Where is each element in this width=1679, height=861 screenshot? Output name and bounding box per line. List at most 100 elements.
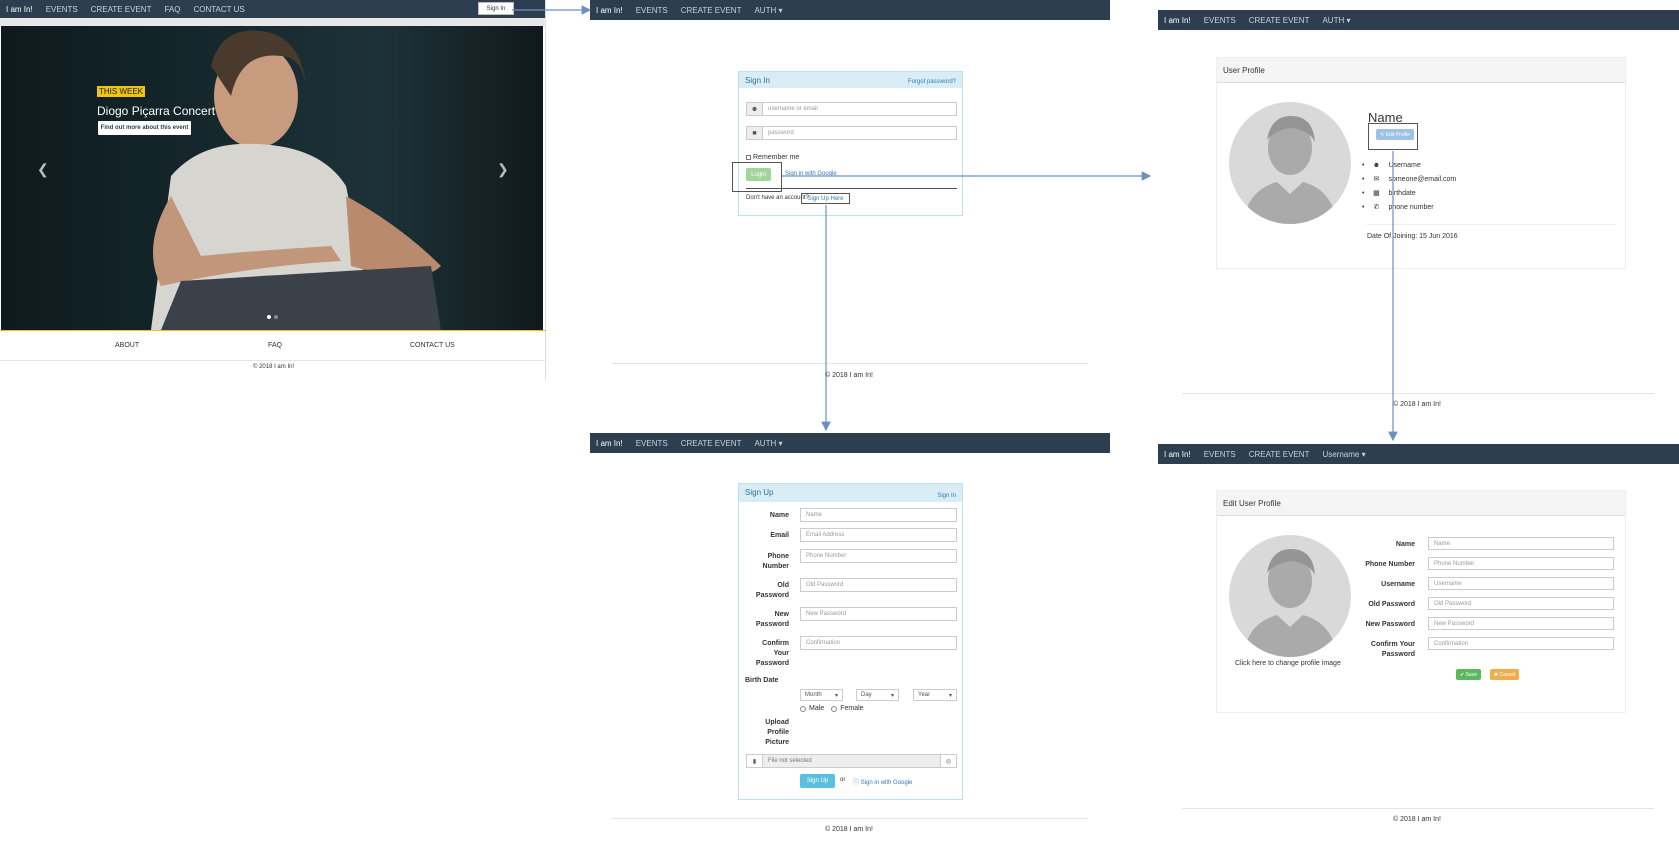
new-password-label: New Password	[755, 611, 789, 628]
carousel-dot[interactable]	[274, 315, 278, 319]
envelope-icon: ✉	[1373, 176, 1380, 183]
brand-link[interactable]: I am In!	[596, 439, 623, 448]
name-label: Name	[769, 512, 789, 519]
remember-checkbox[interactable]	[746, 155, 751, 160]
edit-panel-header: Edit User Profile	[1217, 491, 1625, 516]
nav-create-event[interactable]: CREATE EVENT	[1249, 450, 1310, 459]
male-radio[interactable]	[800, 705, 806, 712]
nav-auth-dropdown[interactable]: AUTH ▾	[754, 6, 782, 15]
date-of-joining: Date Of Joining: 15 Jun 2016	[1367, 233, 1458, 240]
nav-events[interactable]: EVENTS	[1204, 450, 1236, 459]
birthdate-label: Birth Date	[745, 677, 779, 684]
save-button[interactable]: ✔ Save	[1456, 669, 1481, 680]
cancel-button[interactable]: ✖ Cancel	[1490, 669, 1519, 680]
signin-navbar: I am In! EVENTS CREATE EVENT AUTH ▾	[590, 0, 1110, 20]
email-input[interactable]: Email Address	[800, 528, 957, 542]
no-account-text: Don't have an account?	[746, 195, 809, 201]
signin-title: Sign In	[745, 76, 770, 85]
name-input[interactable]: Name	[800, 508, 957, 522]
brand-link[interactable]: I am In!	[1164, 450, 1191, 459]
phone-input[interactable]: Phone Number	[800, 549, 957, 563]
nav-auth-dropdown[interactable]: AUTH ▾	[754, 439, 782, 448]
brand-link[interactable]: I am In!	[6, 5, 33, 14]
username-field[interactable]: ☻ username or email	[746, 102, 957, 116]
confirm-password-input[interactable]: Confirmation	[1428, 637, 1614, 650]
nav-create-event[interactable]: CREATE EVENT	[681, 439, 742, 448]
user-icon: ☻	[747, 103, 763, 115]
or-text: or	[840, 777, 846, 783]
file-status: File not selected	[763, 755, 940, 767]
edit-profile-panel: Edit User Profile Click here to change p…	[1216, 490, 1626, 713]
forgot-password-link[interactable]: Forgot password?	[908, 79, 956, 85]
phone-input[interactable]: Phone Number	[1428, 557, 1614, 570]
signup-button[interactable]: Sign Up	[800, 774, 835, 788]
google-signin-link[interactable]: ⓘ Sign in with Google	[853, 777, 912, 786]
year-select[interactable]: Year ▾	[913, 689, 957, 701]
confirm-password-label: Confirm Your Password	[755, 640, 789, 667]
signup-link[interactable]: Sign Up Here	[801, 193, 850, 204]
user-icon: ☻	[1372, 161, 1381, 169]
signin-screen: I am In! EVENTS CREATE EVENT AUTH ▾ Sign…	[590, 0, 1110, 390]
upload-label: Upload Profile Picture	[765, 719, 789, 746]
remember-label: Remember me	[753, 154, 800, 161]
signup-navbar: I am In! EVENTS CREATE EVENT AUTH ▾	[590, 433, 1110, 453]
joined-label: Date Of Joining:	[1367, 233, 1418, 240]
password-field[interactable]: ■ password	[746, 126, 957, 140]
nav-create-event[interactable]: CREATE EVENT	[681, 6, 742, 15]
carousel-prev-icon[interactable]: ❮	[37, 161, 49, 178]
carousel-dot-active[interactable]	[267, 315, 271, 319]
remember-me[interactable]: Remember me	[746, 154, 799, 161]
signin-link[interactable]: Sign In	[937, 493, 956, 499]
confirm-password-input[interactable]: Confirmation	[800, 636, 957, 650]
nav-create-event[interactable]: CREATE EVENT	[1249, 16, 1310, 25]
joined-value: 15 Jun 2016	[1419, 233, 1458, 240]
nav-events[interactable]: EVENTS	[636, 439, 668, 448]
signup-screen: I am In! EVENTS CREATE EVENT AUTH ▾ Sign…	[590, 433, 1110, 861]
browse-icon[interactable]: ◎	[940, 755, 956, 767]
change-image-link[interactable]: Click here to change profile image	[1235, 660, 1341, 667]
google-signin-link[interactable]: Sign in with Google	[785, 171, 837, 177]
username-input[interactable]: Username	[1428, 577, 1614, 590]
caret-down-icon: ▾	[948, 692, 952, 699]
user-silhouette-icon	[1243, 116, 1337, 224]
nav-events[interactable]: EVENTS	[46, 5, 78, 14]
old-password-input[interactable]: Old Password	[800, 578, 957, 592]
password-placeholder: password	[768, 130, 794, 136]
nav-user-dropdown[interactable]: Username ▾	[1322, 450, 1365, 459]
carousel-next-icon[interactable]: ❯	[497, 161, 509, 178]
nav-faq[interactable]: FAQ	[164, 5, 180, 14]
signup-panel: Sign Up Sign In Name Name Email Email Ad…	[738, 483, 963, 800]
home-screen: I am In! EVENTS CREATE EVENT FAQ CONTACT…	[0, 0, 546, 380]
username-placeholder: username or email	[768, 106, 818, 112]
new-password-input[interactable]: New Password	[800, 607, 957, 621]
nav-auth-dropdown[interactable]: AUTH ▾	[1322, 16, 1350, 25]
nav-events[interactable]: EVENTS	[636, 6, 668, 15]
hero-cta-button[interactable]: Find out more about this event	[98, 121, 191, 135]
day-select[interactable]: Day ▾	[856, 689, 899, 701]
new-password-input[interactable]: New Password	[1428, 617, 1614, 630]
brand-link[interactable]: I am In!	[1164, 16, 1191, 25]
user-silhouette-icon	[1243, 549, 1337, 657]
name-input[interactable]: Name	[1428, 537, 1614, 550]
hero-badge: THIS WEEK	[97, 86, 146, 97]
nav-contact-us[interactable]: CONTACT US	[193, 5, 244, 14]
gender-radios: Male Female	[800, 705, 864, 712]
old-password-input[interactable]: Old Password	[1428, 597, 1614, 610]
footer-about-link[interactable]: ABOUT	[115, 342, 139, 349]
file-upload-field[interactable]: ▮ File not selected ◎	[746, 754, 957, 768]
signin-panel-header: Sign In Forgot password?	[739, 72, 962, 88]
signup-title: Sign Up	[745, 488, 774, 497]
footer-faq-link[interactable]: FAQ	[268, 342, 282, 349]
brand-link[interactable]: I am In!	[596, 6, 623, 15]
nav-events[interactable]: EVENTS	[1204, 16, 1236, 25]
nav-create-event[interactable]: CREATE EVENT	[91, 5, 152, 14]
day-value: Day	[861, 692, 872, 698]
signin-panel: Sign In Forgot password? ☻ username or e…	[732, 71, 963, 216]
signin-button[interactable]: Sign In	[478, 2, 514, 15]
profile-phone: phone number	[1388, 203, 1434, 211]
month-select[interactable]: Month ▾	[800, 689, 843, 701]
footer-contact-link[interactable]: CONTACT US	[410, 342, 455, 349]
female-radio[interactable]	[831, 705, 838, 712]
avatar	[1229, 102, 1351, 224]
avatar-upload[interactable]	[1229, 535, 1351, 657]
